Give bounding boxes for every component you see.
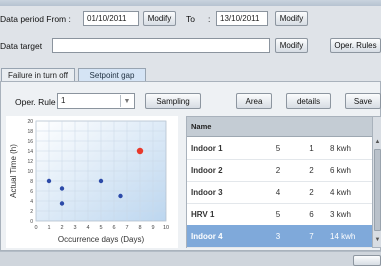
to-label: To: [186, 14, 195, 24]
scatter-chart: 02468101214161820 0 1 2 3 4 5 6 7 8 9 10 Actual Ti…: [6, 116, 178, 248]
y-tick-label: 10: [27, 169, 33, 175]
table-body: Indoor 1 5 1 8 kwh Indoor 2 2 2 6 kwh Indoor 3 4 2…: [187, 137, 372, 248]
tab-failure-in-turn-off[interactable]: Failure in turn off: [1, 68, 75, 81]
x-tick-label: 2: [60, 225, 63, 231]
modify-from-button[interactable]: Modify: [143, 11, 176, 26]
y-axis-label: Actual Time (h): [9, 144, 18, 198]
window-titlebar: [0, 0, 381, 6]
cell-col2: 1: [309, 143, 314, 153]
table-row[interactable]: HRV 1 5 6 3 kwh: [187, 203, 372, 226]
data-target-input[interactable]: [52, 38, 270, 53]
data-point: [46, 178, 52, 184]
tab-setpoint-gap[interactable]: Setpoint gap: [78, 68, 146, 81]
cell-value: 8 kwh: [330, 143, 351, 153]
table-row[interactable]: Indoor 2 2 2 6 kwh: [187, 159, 372, 182]
data-point: [98, 178, 104, 184]
cell-col2: 2: [309, 165, 314, 175]
cell-col1: 5: [275, 143, 281, 153]
x-tick-label: 4: [86, 225, 89, 231]
x-axis-label: Occurrence days (Days): [58, 235, 145, 244]
cell-name: Indoor 3: [191, 187, 223, 197]
area-button[interactable]: Area: [236, 93, 272, 109]
modify-to-button[interactable]: Modify: [275, 11, 308, 26]
data-period-from-label: Data period From :: [0, 14, 71, 24]
x-tick-label: 5: [99, 225, 102, 231]
x-tick-label: 3: [73, 225, 76, 231]
scroll-down-icon[interactable]: ▼: [373, 235, 381, 245]
cell-col2: 2: [309, 187, 314, 197]
table-row[interactable]: Indoor 1 5 1 8 kwh: [187, 137, 372, 160]
x-tick-label: 9: [151, 225, 154, 231]
results-table: Name Indoor 1518 kwh Indoor 2226 kwh Indoo…: [186, 116, 381, 248]
cell-value: 14 kwh: [330, 231, 356, 241]
y-tick-label: 8: [30, 179, 33, 185]
y-tick-label: 16: [27, 139, 33, 145]
cell-col1: 4: [275, 187, 281, 197]
data-point: [59, 186, 65, 191]
details-button[interactable]: details: [286, 93, 331, 109]
y-tick-label: 20: [27, 119, 33, 125]
from-date-input[interactable]: 01/10/2011: [83, 11, 139, 26]
y-tick-label: 0: [30, 219, 33, 225]
y-tick-label: 2: [30, 209, 33, 215]
cell-name: Indoor 1: [191, 143, 223, 153]
status-bar: [0, 251, 381, 266]
y-tick-label: 18: [27, 129, 33, 135]
modify-target-button[interactable]: Modify: [275, 38, 308, 53]
chevron-down-icon[interactable]: ▼: [120, 95, 133, 107]
oper-rule-value: 1: [61, 96, 66, 105]
cell-col1: 2: [275, 165, 281, 175]
table-row[interactable]: Indoor 3 4 2 4 kwh: [187, 181, 372, 204]
table-header-name: Name: [187, 117, 372, 137]
x-tick-label: 1: [47, 225, 50, 231]
cell-value: 6 kwh: [330, 165, 351, 175]
x-tick-label: 7: [125, 225, 128, 231]
x-tick-label: 0: [34, 225, 37, 231]
y-tick-label: 6: [30, 189, 33, 195]
cell-col1: 3: [275, 231, 281, 241]
x-tick-label: 6: [112, 225, 115, 231]
table-row[interactable]: Indoor 4 3 7 14 kwh: [187, 225, 372, 248]
y-tick-label: 14: [27, 149, 33, 155]
data-point: [118, 193, 123, 199]
x-tick-label: 10: [163, 225, 169, 231]
oper-rules-button[interactable]: Oper. Rules: [330, 38, 381, 53]
sampling-button[interactable]: Sampling: [145, 93, 201, 109]
y-tick-label: 12: [27, 159, 33, 165]
save-button[interactable]: Save: [345, 93, 381, 109]
outlier-data-point: [136, 147, 144, 155]
cell-col2: 6: [309, 209, 314, 219]
x-tick-label: 8: [138, 225, 141, 231]
to-colon: :: [208, 14, 211, 24]
cell-name: Indoor 2: [191, 165, 223, 175]
cell-col1: 5: [275, 209, 281, 219]
cell-value: 4 kwh: [330, 187, 351, 197]
cell-name: HRV 1: [191, 209, 215, 219]
table-scrollbar[interactable]: ▲ ▼: [372, 117, 381, 247]
scroll-up-icon[interactable]: ▲: [373, 137, 381, 147]
scrollbar-thumb[interactable]: [374, 149, 381, 231]
oper-rule-select[interactable]: 1 ▼: [57, 93, 135, 109]
data-point: [59, 201, 65, 206]
cell-name: Indoor 4: [191, 231, 223, 241]
cell-col2: 7: [309, 231, 314, 241]
y-tick-label: 4: [30, 199, 33, 205]
data-target-label: Data target: [0, 41, 43, 51]
cell-value: 3 kwh: [330, 209, 351, 219]
footer-button[interactable]: [353, 255, 381, 266]
to-date-input[interactable]: 13/10/2011: [216, 11, 268, 26]
oper-rule-label: Oper. Rule: [15, 97, 56, 107]
